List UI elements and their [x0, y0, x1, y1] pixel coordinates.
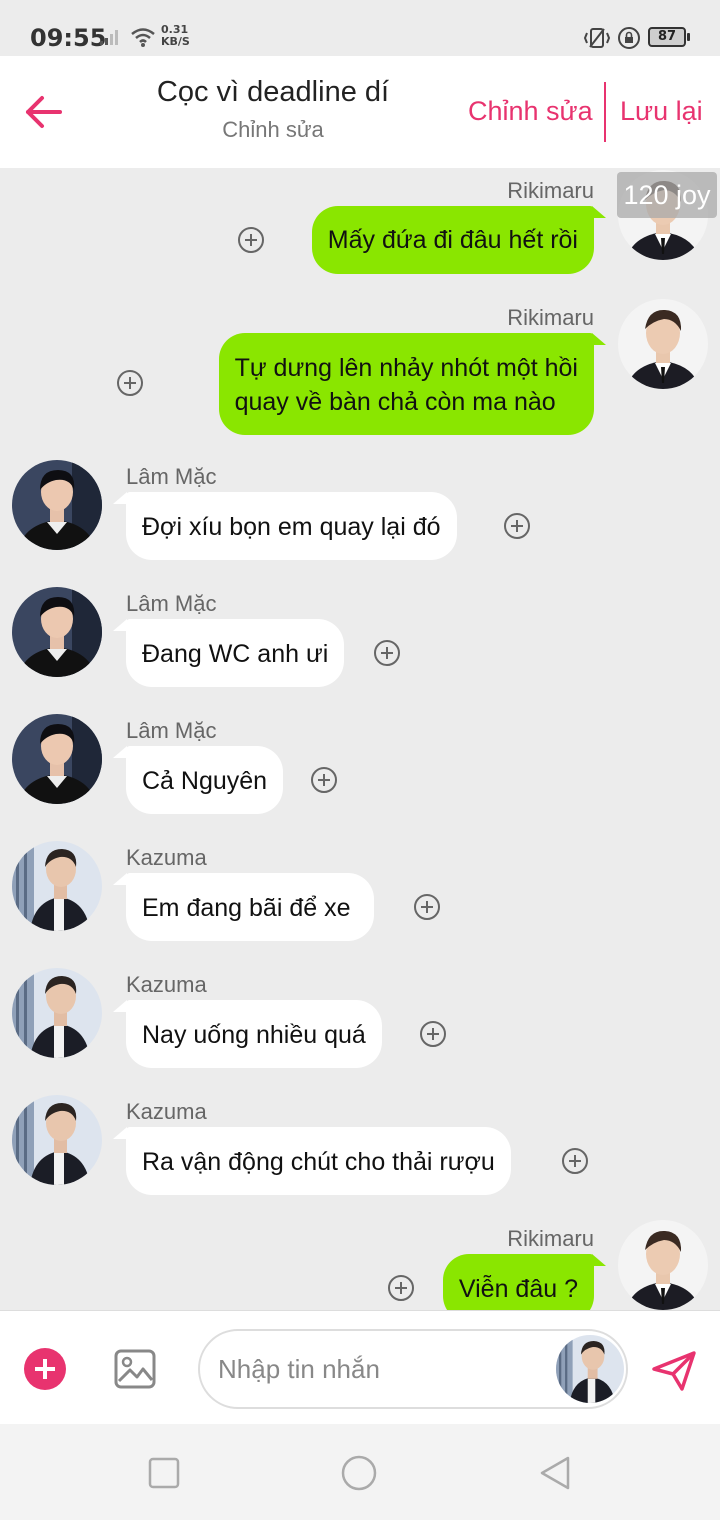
- bubble-tail: [592, 333, 606, 345]
- add-reaction-button[interactable]: [420, 1021, 446, 1047]
- title-block: Cọc vì deadline dí Chỉnh sửa: [130, 76, 416, 143]
- add-reaction-button[interactable]: [388, 1275, 414, 1301]
- bubble-tail: [113, 1000, 127, 1012]
- system-nav-bar: [0, 1424, 720, 1520]
- sender-name: Kazuma: [126, 972, 207, 997]
- add-icon[interactable]: [24, 1348, 66, 1390]
- message-bubble[interactable]: Em đang bãi để xe: [126, 873, 375, 941]
- vibrate-icon: [582, 27, 612, 54]
- message-input[interactable]: [218, 1349, 538, 1389]
- status-time: 09:55: [30, 24, 107, 52]
- composer-bar: [0, 1310, 720, 1424]
- avatar-kazuma[interactable]: [12, 841, 102, 931]
- back-arrow-icon[interactable]: [22, 90, 66, 134]
- chat-subtitle: Chỉnh sửa: [222, 117, 324, 142]
- bubble-tail: [113, 1127, 127, 1139]
- bubble-tail: [592, 1254, 606, 1266]
- message-bubble[interactable]: Cả Nguyên: [126, 746, 284, 814]
- rotation-lock-icon: [617, 26, 641, 55]
- sender-name: Kazuma: [126, 1099, 207, 1124]
- add-reaction-button[interactable]: [117, 370, 143, 396]
- message-bubble[interactable]: Đợi xíu bọn em quay lại đó: [126, 492, 457, 560]
- battery-indicator: 87: [648, 27, 690, 47]
- bubble-tail: [113, 492, 127, 504]
- bubble-tail: [113, 619, 127, 631]
- wifi-icon: [130, 26, 156, 53]
- message-list[interactable]: Rikimaru Mấy đứa đi đâu hết rồi Rikimaru…: [0, 168, 720, 1310]
- sender-name: Rikimaru: [507, 178, 594, 203]
- header-divider: [604, 82, 606, 142]
- add-reaction-button[interactable]: [238, 227, 264, 253]
- signal-icon: [100, 28, 124, 51]
- add-reaction-button[interactable]: [311, 767, 337, 793]
- save-button[interactable]: Lưu lại: [620, 96, 703, 127]
- image-icon[interactable]: [113, 1347, 157, 1391]
- message-bubble[interactable]: Ra vận động chút cho thải rượu: [126, 1127, 511, 1195]
- bubble-tail: [592, 206, 606, 218]
- add-reaction-button[interactable]: [374, 640, 400, 666]
- message-input-container: [198, 1329, 628, 1409]
- sender-name: Rikimaru: [507, 1226, 594, 1251]
- add-reaction-button[interactable]: [414, 894, 440, 920]
- avatar-lam-mac[interactable]: [12, 714, 102, 804]
- bubble-tail: [113, 746, 127, 758]
- sender-name: Rikimaru: [507, 305, 594, 330]
- send-icon[interactable]: [650, 1347, 698, 1395]
- message-line: quay về bàn chả còn ma nào: [234, 388, 556, 416]
- home-icon[interactable]: [340, 1454, 378, 1497]
- avatar-lam-mac[interactable]: [12, 460, 102, 550]
- add-reaction-button[interactable]: [562, 1148, 588, 1174]
- message-bubble[interactable]: Nay uống nhiều quá: [126, 1000, 382, 1068]
- avatar-rikimaru[interactable]: [618, 299, 708, 389]
- avatar-kazuma[interactable]: [12, 968, 102, 1058]
- chat-title: Cọc vì deadline dí: [156, 76, 390, 108]
- message-bubble[interactable]: Viễn đâu ?: [442, 1254, 594, 1310]
- message-line: Tự dưng lên nhảy nhót một hồi: [234, 354, 578, 382]
- message-bubble[interactable]: Tự dưng lên nhảy nhót một hồi quay về bà…: [218, 333, 594, 435]
- avatar-kazuma[interactable]: [12, 1095, 102, 1185]
- status-bar: 09:55 0.31 KB/S 87: [0, 0, 720, 56]
- avatar-lam-mac[interactable]: [12, 587, 102, 677]
- add-reaction-button[interactable]: [504, 513, 530, 539]
- sender-name: Lâm Mặc: [126, 591, 217, 616]
- message-bubble[interactable]: Đang WC anh ưi: [126, 619, 345, 687]
- network-speed: 0.31 KB/S: [161, 24, 190, 48]
- network-speed-unit: KB/S: [161, 35, 190, 48]
- recent-apps-icon[interactable]: [148, 1457, 180, 1494]
- back-icon[interactable]: [538, 1455, 572, 1496]
- sender-name: Lâm Mặc: [126, 718, 217, 743]
- message-bubble[interactable]: Mấy đứa đi đâu hết rồi: [311, 206, 594, 274]
- edit-button[interactable]: Chỉnh sửa: [468, 96, 593, 127]
- watermark: 120 joy: [617, 172, 717, 218]
- sender-name: Kazuma: [126, 845, 207, 870]
- sender-name: Lâm Mặc: [126, 464, 217, 489]
- bubble-tail: [113, 873, 127, 885]
- sender-avatar-picker[interactable]: [556, 1335, 624, 1403]
- avatar-rikimaru[interactable]: [618, 1220, 708, 1310]
- chat-header: Cọc vì deadline dí Chỉnh sửa Chỉnh sửa L…: [0, 56, 720, 168]
